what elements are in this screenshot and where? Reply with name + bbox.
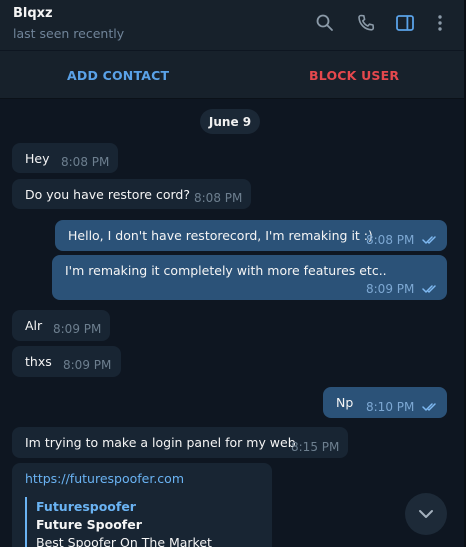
message-text: Do you have restore cord? <box>25 187 190 202</box>
outgoing-message[interactable]: Hello, I don't have restorecord, I'm rem… <box>55 220 447 251</box>
message-time: 8:09 PM <box>366 282 415 296</box>
message-text: Alr <box>25 318 43 333</box>
incoming-message[interactable]: Im trying to make a login panel for my w… <box>12 427 348 458</box>
message-time: 8:09 PM <box>53 322 102 336</box>
message-time: 8:10 PM <box>366 400 415 414</box>
double-check-icon <box>422 285 436 293</box>
incoming-message[interactable]: Do you have restore cord? 8:08 PM <box>12 179 251 209</box>
message-list[interactable]: June 9 Hey 8:08 PM Do you have restore c… <box>0 100 466 547</box>
message-time: 8:15 PM <box>291 440 340 454</box>
add-contact-button[interactable]: ADD CONTACT <box>67 68 169 83</box>
incoming-message[interactable]: thxs 8:09 PM <box>12 346 121 377</box>
message-text: Hey <box>25 151 50 166</box>
link-preview-site: Futurespoofer <box>36 499 136 514</box>
outgoing-message[interactable]: I'm remaking it completely with more fea… <box>52 255 447 300</box>
double-check-icon <box>422 403 436 411</box>
search-icon[interactable] <box>314 12 336 34</box>
message-link[interactable]: https://futurespoofer.com <box>25 471 184 486</box>
message-time: 8:08 PM <box>194 191 243 205</box>
more-vertical-icon[interactable] <box>429 12 451 34</box>
message-time: 8:08 PM <box>366 233 415 247</box>
chat-header: Blqxz last seen recently <box>0 0 466 50</box>
incoming-link-message[interactable]: https://futurespoofer.com Futurespoofer … <box>12 463 272 547</box>
sidebar-toggle-icon[interactable] <box>394 12 416 34</box>
link-preview[interactable]: Futurespoofer Future Spoofer Best Spoofe… <box>25 497 271 547</box>
incoming-message[interactable]: Alr 8:09 PM <box>12 310 110 341</box>
double-check-icon <box>422 236 436 244</box>
message-text: I'm remaking it completely with more fea… <box>65 263 387 278</box>
message-time: 8:08 PM <box>61 155 110 169</box>
message-text: Np <box>336 395 354 410</box>
link-preview-description: Best Spoofer On The Market <box>36 535 212 547</box>
message-text: Hello, I don't have restorecord, I'm rem… <box>68 228 373 243</box>
chevron-down-icon <box>419 510 433 518</box>
message-time: 8:09 PM <box>63 358 112 372</box>
contact-name[interactable]: Blqxz <box>13 6 53 21</box>
scroll-to-bottom-button[interactable] <box>405 493 447 535</box>
contact-action-bar: ADD CONTACT BLOCK USER <box>0 51 466 99</box>
message-text: Im trying to make a login panel for my w… <box>25 435 296 450</box>
date-separator: June 9 <box>200 109 260 134</box>
outgoing-message[interactable]: Np 8:10 PM <box>323 387 447 418</box>
block-user-button[interactable]: BLOCK USER <box>309 68 399 83</box>
incoming-message[interactable]: Hey 8:08 PM <box>12 143 118 173</box>
contact-status: last seen recently <box>13 26 125 41</box>
phone-icon[interactable] <box>355 12 377 34</box>
link-preview-title: Future Spoofer <box>36 517 142 532</box>
message-text: thxs <box>25 354 52 369</box>
